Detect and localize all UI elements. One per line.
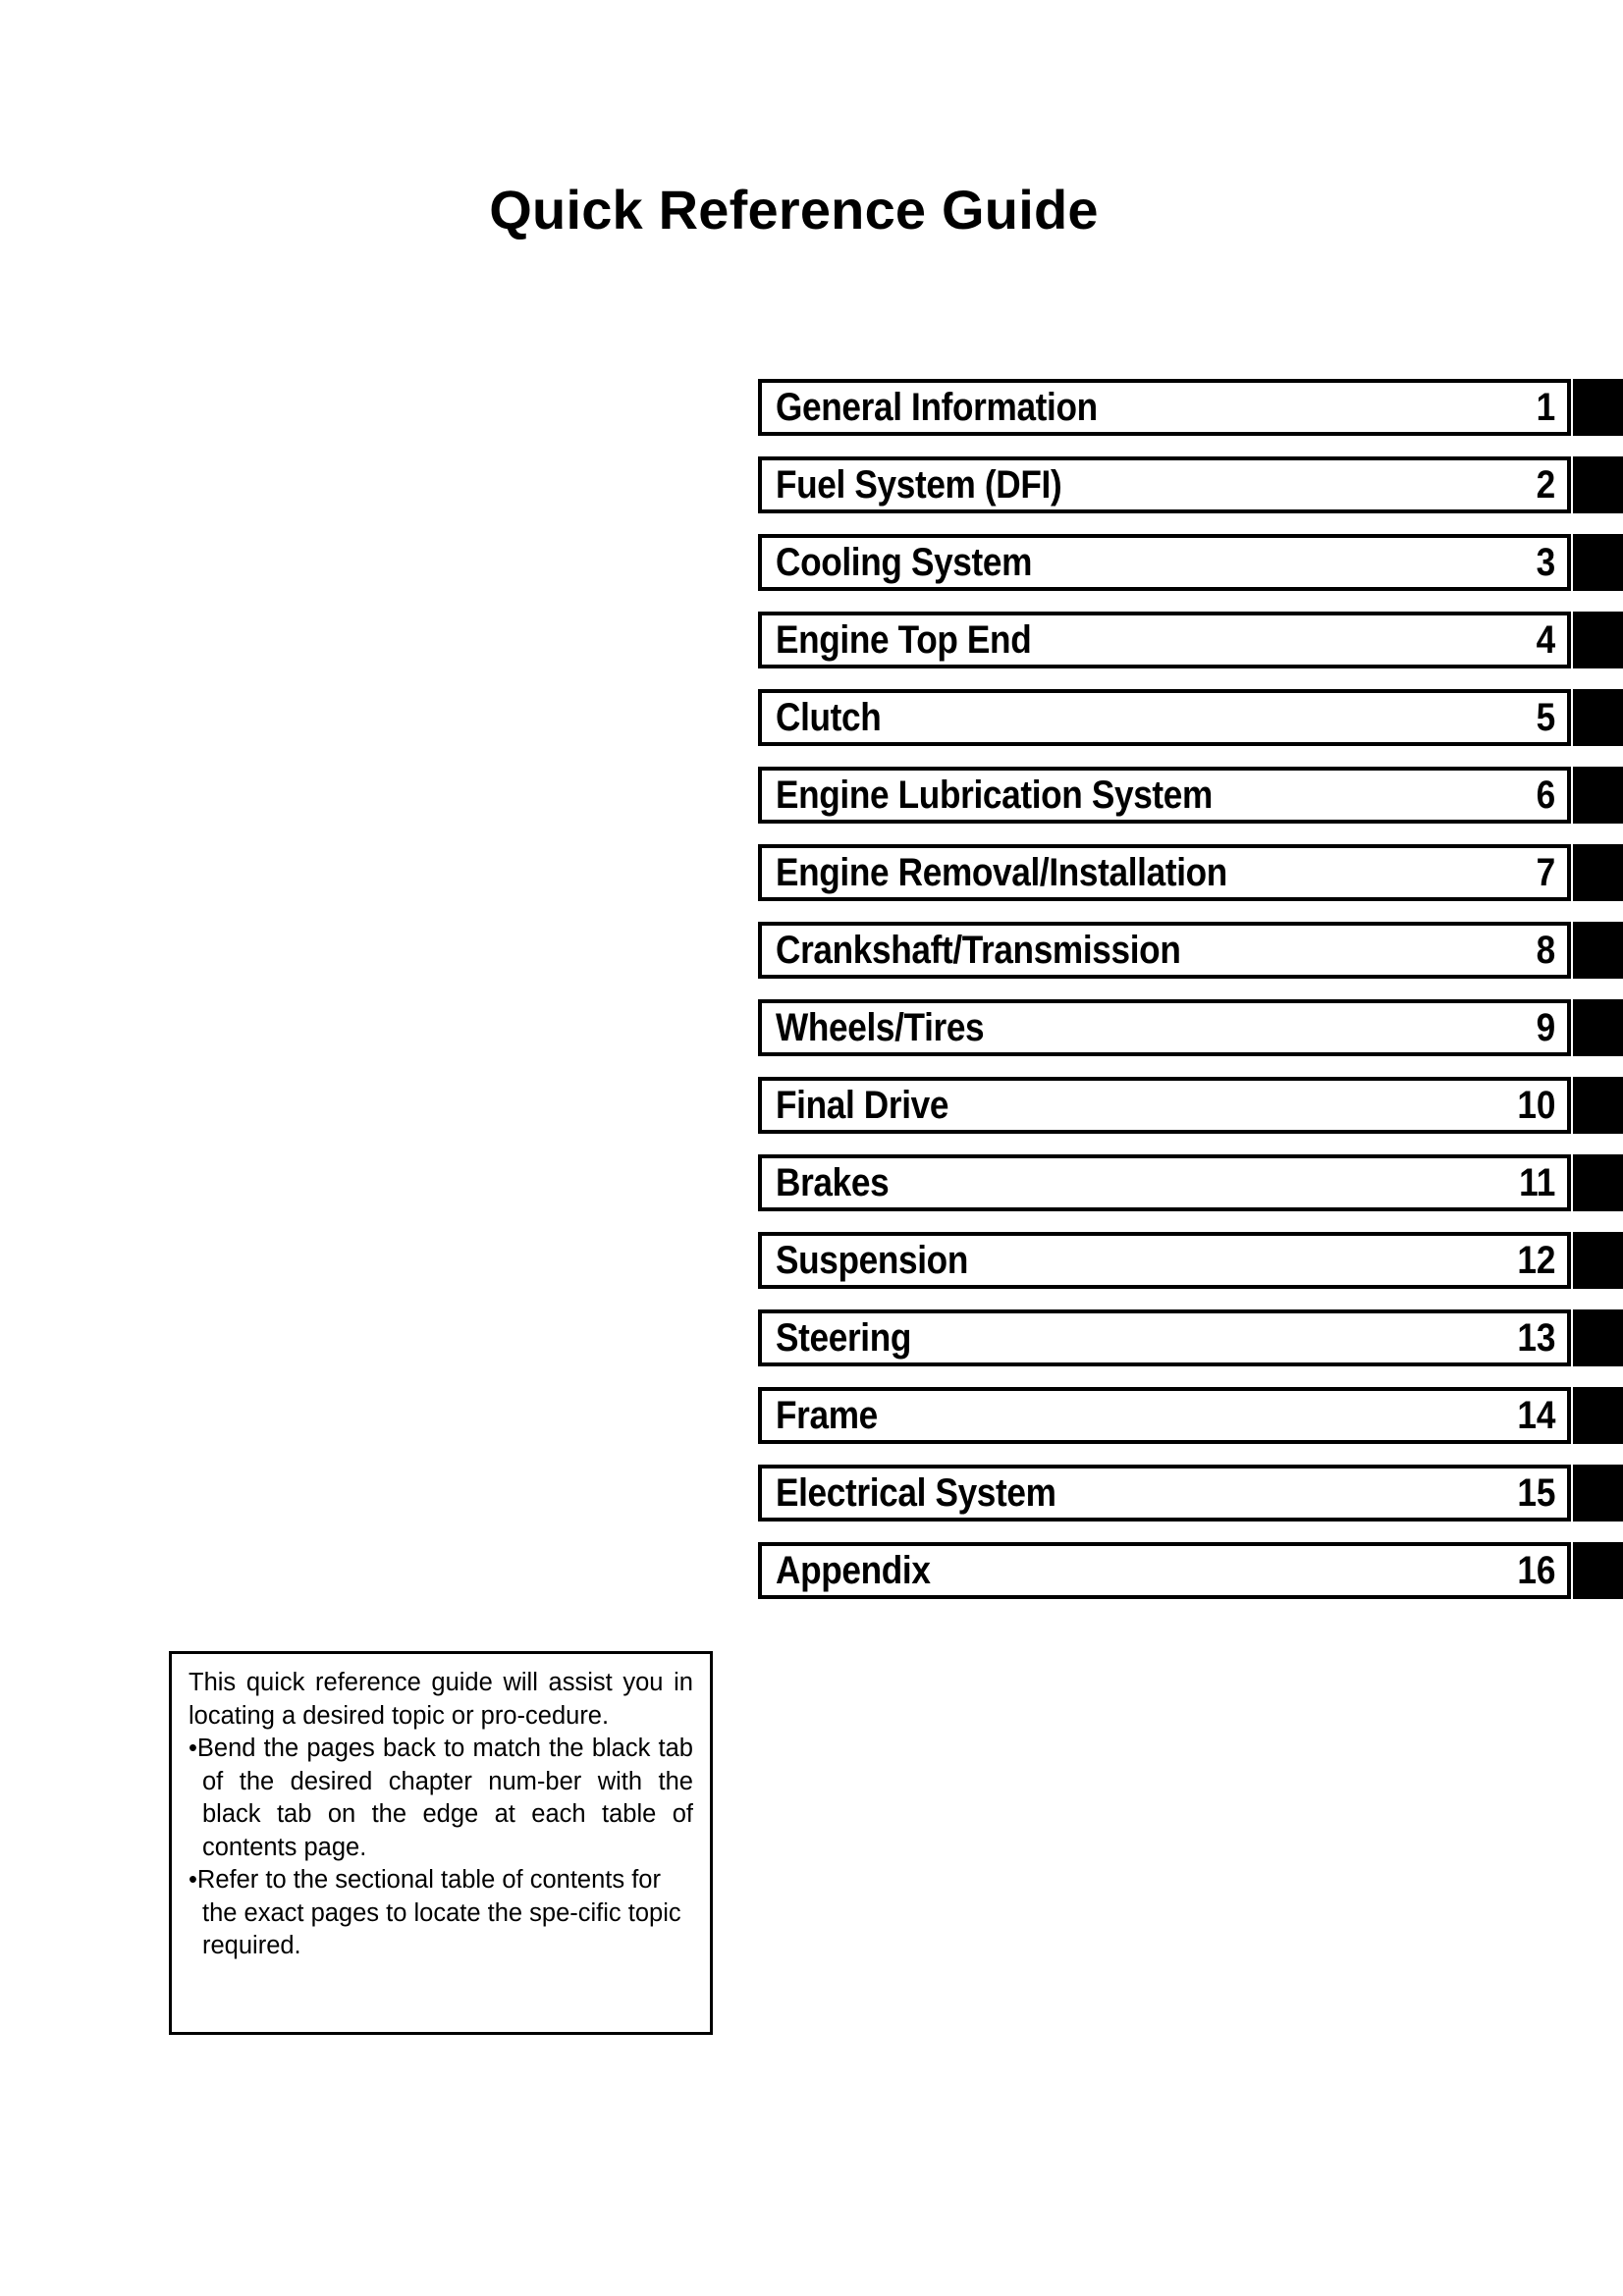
- chapter-title: Steering: [776, 1316, 912, 1360]
- usage-note-box: This quick reference guide will assist y…: [169, 1651, 713, 2035]
- chapter-entry-box[interactable]: Cooling System 3: [758, 534, 1571, 591]
- chapter-title: Engine Removal/Installation: [776, 851, 1227, 894]
- chapter-entry-box[interactable]: Frame 14: [758, 1387, 1571, 1444]
- chapter-entry-box[interactable]: Engine Top End 4: [758, 612, 1571, 668]
- chapter-entry-box[interactable]: Suspension 12: [758, 1232, 1571, 1289]
- chapter-title: Cooling System: [776, 541, 1033, 584]
- chapter-entry-box[interactable]: Fuel System (DFI) 2: [758, 456, 1571, 513]
- chapter-row[interactable]: Steering 13: [758, 1309, 1623, 1366]
- chapter-row[interactable]: Suspension 12: [758, 1232, 1623, 1289]
- chapter-number: 11: [1518, 1161, 1555, 1204]
- chapter-black-tab: [1573, 612, 1623, 668]
- chapter-number: 12: [1516, 1239, 1555, 1282]
- chapter-black-tab: [1573, 767, 1623, 824]
- chapter-title: Clutch: [776, 696, 882, 739]
- chapter-number: 4: [1536, 618, 1555, 662]
- chapter-black-tab: [1573, 1232, 1623, 1289]
- chapter-entry-box[interactable]: Brakes 11: [758, 1154, 1571, 1211]
- note-intro-paragraph: This quick reference guide will assist y…: [189, 1669, 693, 1730]
- note-bullet-refer-sectional-toc: •Refer to the sectional table of content…: [189, 1866, 681, 1959]
- chapter-number: 8: [1536, 929, 1555, 972]
- chapter-black-tab: [1573, 1387, 1623, 1444]
- chapter-number: 3: [1536, 541, 1555, 584]
- chapter-black-tab: [1573, 844, 1623, 901]
- chapter-black-tab: [1573, 922, 1623, 979]
- chapter-entry-box[interactable]: Clutch 5: [758, 689, 1571, 746]
- chapter-entry-box[interactable]: Engine Removal/Installation 7: [758, 844, 1571, 901]
- chapter-number: 15: [1516, 1471, 1555, 1515]
- chapter-row[interactable]: Fuel System (DFI) 2: [758, 456, 1623, 513]
- chapter-entry-box[interactable]: Wheels/Tires 9: [758, 999, 1571, 1056]
- chapter-row[interactable]: Crankshaft/Transmission 8: [758, 922, 1623, 979]
- chapter-row[interactable]: Engine Removal/Installation 7: [758, 844, 1623, 901]
- chapter-title: Suspension: [776, 1239, 968, 1282]
- chapter-title: Appendix: [776, 1549, 931, 1592]
- chapter-title: Frame: [776, 1394, 878, 1437]
- chapter-title: Electrical System: [776, 1471, 1056, 1515]
- note-bullet-bend-pages: •Bend the pages back to match the black …: [189, 1735, 693, 1861]
- chapter-index-table: General Information 1 Fuel System (DFI) 2 Co…: [758, 379, 1623, 1620]
- chapter-black-tab: [1573, 1309, 1623, 1366]
- chapter-black-tab: [1573, 534, 1623, 591]
- chapter-entry-box[interactable]: Electrical System 15: [758, 1465, 1571, 1522]
- chapter-title: General Information: [776, 386, 1098, 429]
- chapter-row[interactable]: Frame 14: [758, 1387, 1623, 1444]
- chapter-title: Engine Lubrication System: [776, 774, 1213, 817]
- chapter-black-tab: [1573, 689, 1623, 746]
- chapter-title: Brakes: [776, 1161, 890, 1204]
- chapter-number: 16: [1516, 1549, 1555, 1592]
- chapter-entry-box[interactable]: Appendix 16: [758, 1542, 1571, 1599]
- chapter-entry-box[interactable]: Engine Lubrication System 6: [758, 767, 1571, 824]
- chapter-row[interactable]: Wheels/Tires 9: [758, 999, 1623, 1056]
- chapter-number: 10: [1516, 1084, 1555, 1127]
- chapter-number: 9: [1536, 1006, 1555, 1049]
- chapter-title: Fuel System (DFI): [776, 463, 1062, 507]
- chapter-number: 2: [1536, 463, 1555, 507]
- chapter-title: Final Drive: [776, 1084, 949, 1127]
- chapter-row[interactable]: Engine Top End 4: [758, 612, 1623, 668]
- chapter-black-tab: [1573, 456, 1623, 513]
- chapter-black-tab: [1573, 1077, 1623, 1134]
- chapter-row[interactable]: Cooling System 3: [758, 534, 1623, 591]
- chapter-entry-box[interactable]: Steering 13: [758, 1309, 1571, 1366]
- chapter-black-tab: [1573, 1542, 1623, 1599]
- chapter-number: 6: [1536, 774, 1555, 817]
- chapter-row[interactable]: Appendix 16: [758, 1542, 1623, 1599]
- chapter-black-tab: [1573, 379, 1623, 436]
- chapter-number: 13: [1516, 1316, 1555, 1360]
- chapter-number: 5: [1536, 696, 1555, 739]
- chapter-number: 7: [1536, 851, 1555, 894]
- chapter-entry-box[interactable]: General Information 1: [758, 379, 1571, 436]
- chapter-row[interactable]: Electrical System 15: [758, 1465, 1623, 1522]
- chapter-title: Wheels/Tires: [776, 1006, 985, 1049]
- chapter-black-tab: [1573, 1154, 1623, 1211]
- chapter-row[interactable]: General Information 1: [758, 379, 1623, 436]
- chapter-row[interactable]: Final Drive 10: [758, 1077, 1623, 1134]
- chapter-black-tab: [1573, 999, 1623, 1056]
- chapter-black-tab: [1573, 1465, 1623, 1522]
- chapter-entry-box[interactable]: Final Drive 10: [758, 1077, 1571, 1134]
- chapter-number: 1: [1536, 386, 1555, 429]
- chapter-row[interactable]: Engine Lubrication System 6: [758, 767, 1623, 824]
- chapter-entry-box[interactable]: Crankshaft/Transmission 8: [758, 922, 1571, 979]
- chapter-row[interactable]: Clutch 5: [758, 689, 1623, 746]
- chapter-row[interactable]: Brakes 11: [758, 1154, 1623, 1211]
- page-title: Quick Reference Guide: [489, 179, 1099, 240]
- chapter-number: 14: [1516, 1394, 1555, 1437]
- chapter-title: Engine Top End: [776, 618, 1032, 662]
- chapter-title: Crankshaft/Transmission: [776, 929, 1181, 972]
